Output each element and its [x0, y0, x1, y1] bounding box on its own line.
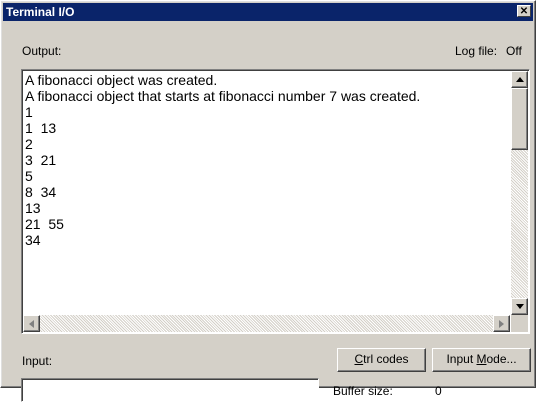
- output-line: 34: [25, 232, 41, 248]
- output-line: 3 21: [25, 152, 57, 168]
- vertical-scrollbar[interactable]: [511, 71, 528, 315]
- arrow-left-icon: [29, 319, 34, 328]
- ctrl-codes-label: trl codes: [363, 352, 409, 366]
- window-title: Terminal I/O: [6, 5, 75, 19]
- input-mode-label-rest: ode...: [486, 352, 517, 366]
- scroll-up-button[interactable]: [511, 71, 528, 88]
- buffer-size-value: 0: [435, 384, 442, 398]
- scroll-down-button[interactable]: [511, 298, 528, 315]
- log-file-value: Off: [506, 44, 522, 58]
- log-file-label: Log file:: [455, 44, 498, 58]
- arrow-right-icon: [499, 319, 504, 328]
- input-mode-mnemonic: M: [476, 352, 487, 366]
- scrollbar-corner: [511, 315, 528, 332]
- close-button[interactable]: ✕: [517, 5, 531, 17]
- output-line: 13: [25, 200, 41, 216]
- buffer-size-label: Buffer size:: [333, 384, 393, 398]
- scroll-right-button[interactable]: [493, 315, 510, 332]
- output-line: 21 55: [25, 216, 64, 232]
- output-line: 2: [25, 136, 33, 152]
- arrow-down-icon: [515, 304, 524, 309]
- close-icon: ✕: [519, 6, 529, 17]
- title-bar[interactable]: Terminal I/O ✕: [3, 3, 533, 21]
- output-line: 1 13: [25, 120, 57, 136]
- input-label: Input:: [22, 354, 53, 368]
- horizontal-scrollbar[interactable]: [23, 315, 510, 332]
- arrow-up-icon: [515, 77, 524, 82]
- input-field[interactable]: [21, 378, 319, 402]
- scroll-left-button[interactable]: [23, 315, 40, 332]
- input-mode-button[interactable]: Input Mode...: [432, 348, 531, 372]
- ctrl-codes-button[interactable]: Ctrl codes: [337, 348, 426, 372]
- output-line: 5: [25, 168, 33, 184]
- output-line: 8 34: [25, 184, 57, 200]
- ctrl-codes-mnemonic: C: [354, 352, 364, 366]
- output-text-area[interactable]: A fibonacci object was created. A fibonac…: [21, 69, 530, 334]
- input-mode-label-prefix: Input: [446, 352, 477, 366]
- output-line: A fibonacci object that starts at fibona…: [25, 88, 421, 104]
- output-label: Output:: [22, 44, 62, 58]
- output-line: 1: [25, 104, 33, 120]
- output-lines: A fibonacci object was created. A fibonac…: [25, 72, 507, 312]
- output-line: A fibonacci object was created.: [25, 72, 218, 88]
- vertical-scroll-thumb[interactable]: [511, 88, 528, 150]
